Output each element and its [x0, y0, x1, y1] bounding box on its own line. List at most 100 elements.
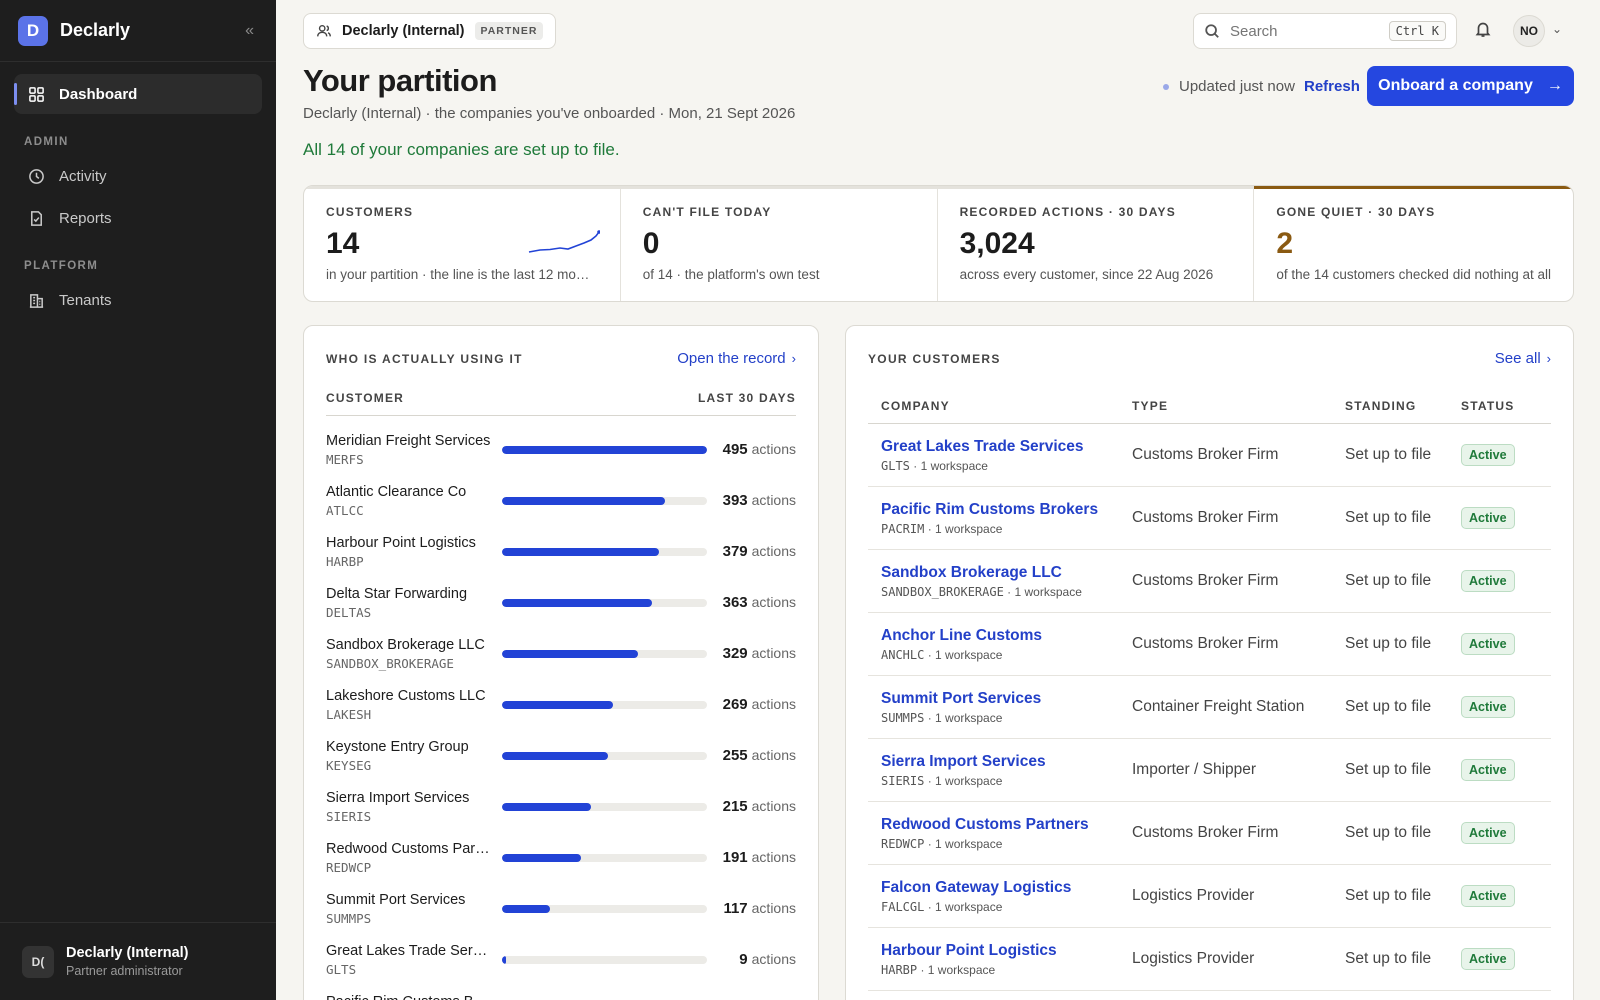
status-cell: Active — [1448, 486, 1551, 550]
usage-row[interactable]: Keystone Entry Group KEYSEG 255 actions — [326, 730, 796, 781]
usage-count-value: 495 — [722, 441, 748, 458]
sidebar-item-activity[interactable]: Activity — [14, 156, 262, 196]
company-link[interactable]: Sandbox Brokerage LLC — [881, 564, 1106, 582]
brand-name[interactable]: Declarly — [60, 20, 130, 41]
company-meta: REDWCP · 1 workspace — [881, 836, 1003, 851]
usage-row[interactable]: Redwood Customs Partners REDWCP 191 actions — [326, 832, 796, 883]
usage-customer-name: Keystone Entry Group — [326, 738, 469, 755]
table-row[interactable]: Sierra Import Services SIERIS · 1 workspa… — [868, 738, 1551, 802]
bell-icon — [1475, 22, 1491, 37]
refresh-button[interactable]: Refresh — [1304, 78, 1360, 95]
usage-count: 191 actions — [723, 849, 796, 866]
usage-row[interactable]: Great Lakes Trade Services GLTS 9 actions — [326, 934, 796, 985]
stat-customers: CUSTOMERS 14 in your partition · the lin… — [304, 186, 621, 301]
table-row[interactable]: Pacific Rim Customs Brokers PACRIM · 1 wo… — [868, 486, 1551, 550]
usage-count-value: 9 — [739, 951, 748, 968]
company-code: REDWCP — [881, 836, 925, 851]
search-shortcut: Ctrl K — [1388, 21, 1446, 41]
user-avatar[interactable]: NO — [1513, 15, 1545, 47]
company-standing: Set up to file — [1332, 738, 1448, 802]
notifications-button[interactable] — [1474, 20, 1496, 42]
open-record-link[interactable]: Open the record › — [677, 350, 796, 367]
usage-row[interactable]: Summit Port Services SUMMPS 117 actions — [326, 883, 796, 934]
usage-count-unit: actions — [751, 951, 796, 967]
chevron-down-icon[interactable]: ⌄ — [1552, 22, 1562, 36]
table-row[interactable]: Anchor Line Customs ANCHLC · 1 workspace C… — [868, 612, 1551, 676]
partner-switcher[interactable]: Declarly (Internal) PARTNER — [303, 13, 557, 49]
account-switcher[interactable]: D( Declarly (Internal) Partner administr… — [0, 922, 276, 1000]
company-link[interactable]: Anchor Line Customs — [881, 627, 1106, 645]
building-icon — [29, 293, 44, 308]
stat-label: RECORDED ACTIONS · 30 DAYS — [959, 205, 1176, 219]
usage-count: 9 actions — [739, 951, 796, 968]
usage-customer-name: Redwood Customs Partners — [326, 840, 492, 857]
table-row[interactable]: Redwood Customs Partners REDWCP · 1 works… — [868, 801, 1551, 865]
status-cell: Active — [1448, 738, 1551, 802]
usage-row[interactable]: Sierra Import Services SIERIS 215 actions — [326, 781, 796, 832]
sidebar-item-tenants[interactable]: Tenants — [14, 280, 262, 320]
usage-customer-code: LAKESH — [326, 706, 372, 722]
table-row[interactable]: Great Lakes Trade Services GLTS · 1 works… — [868, 423, 1551, 487]
company-meta: GLTS · 1 workspace — [881, 458, 988, 473]
company-link[interactable]: Great Lakes Trade Services — [881, 438, 1106, 456]
usage-customer-name: Sierra Import Services — [326, 789, 470, 806]
page-title: Your partition — [303, 63, 497, 98]
company-link[interactable]: Harbour Point Logistics — [881, 942, 1106, 960]
table-row[interactable]: Falcon Gateway Logistics FALCGL · 1 works… — [868, 864, 1551, 928]
table-row[interactable]: Sandbox Brokerage LLC SANDBOX_BROKERAGE ·… — [868, 549, 1551, 613]
company-standing: Set up to file — [1332, 864, 1448, 928]
usage-bar — [502, 955, 707, 964]
search-input[interactable] — [1230, 22, 1380, 40]
see-all-link[interactable]: See all › — [1495, 350, 1551, 367]
sidebar-item-reports[interactable]: Reports — [14, 198, 262, 238]
company-link[interactable]: Pacific Rim Customs Brokers — [881, 501, 1106, 519]
company-workspaces: 1 workspace — [935, 773, 1003, 788]
usage-row[interactable]: Meridian Freight Services MERFS 495 actions — [326, 424, 796, 475]
company-cell: Pacific Rim Customs Brokers PACRIM · 1 wo… — [868, 486, 1119, 550]
usage-row[interactable]: Atlantic Clearance Co ATLCC 393 actions — [326, 475, 796, 526]
usage-customer-code: SANDBOX_BROKERAGE — [326, 655, 454, 671]
column-type: TYPE — [1119, 389, 1332, 424]
usage-row[interactable]: Delta Star Forwarding DELTAS 363 actions — [326, 577, 796, 628]
usage-bar-fill — [502, 598, 653, 607]
usage-bar-fill — [502, 547, 659, 556]
company-workspaces: 1 workspace — [935, 836, 1003, 851]
onboard-company-button[interactable]: Onboard a company → — [1367, 66, 1574, 106]
company-meta: SIERIS · 1 workspace — [881, 773, 1003, 788]
company-standing: Set up to file — [1332, 612, 1448, 676]
status-message: All 14 of your companies are set up to f… — [303, 140, 620, 159]
table-row[interactable]: Summit Port Services SUMMPS · 1 workspace… — [868, 675, 1551, 739]
usage-customer-name: Pacific Rim Customs Brokers — [326, 994, 492, 1000]
usage-row[interactable]: Pacific Rim Customs BrokersPACRIM0action… — [326, 985, 796, 1000]
company-workspaces: 1 workspace — [927, 962, 996, 977]
collapse-sidebar-icon[interactable]: « — [241, 18, 258, 44]
company-type: Customs Broker Firm — [1119, 612, 1332, 676]
company-link[interactable]: Summit Port Services — [881, 690, 1106, 708]
company-meta: ANCHLC · 1 workspace — [881, 647, 1003, 662]
usage-count-value: 269 — [722, 696, 748, 713]
search-box[interactable]: Ctrl K — [1193, 13, 1457, 49]
sidebar-item-label: Activity — [59, 167, 107, 185]
company-link[interactable]: Falcon Gateway Logistics — [881, 879, 1106, 897]
company-meta: PACRIM · 1 workspace — [881, 521, 1003, 536]
usage-customer-name: Sandbox Brokerage LLC — [326, 636, 485, 653]
usage-customer-code: MERFS — [326, 451, 364, 467]
table-row[interactable]: Harbour Point Logistics HARBP · 1 workspa… — [868, 927, 1551, 991]
usage-bar-fill — [502, 955, 506, 964]
usage-row[interactable]: Harbour Point Logistics HARBP 379 actions — [326, 526, 796, 577]
brand-logo[interactable]: D — [18, 15, 48, 46]
usage-count-value: 329 — [722, 645, 748, 662]
usage-customer-name: Delta Star Forwarding — [326, 585, 468, 602]
sidebar-item-dashboard[interactable]: Dashboard — [14, 74, 262, 114]
stat-desc: of the 14 customers checked did nothing … — [1276, 267, 1552, 282]
company-cell: Summit Port Services SUMMPS · 1 workspace — [868, 675, 1119, 739]
company-link[interactable]: Sierra Import Services — [881, 753, 1106, 771]
usage-row[interactable]: Lakeshore Customs LLC LAKESH 269 actions — [326, 679, 796, 730]
stat-desc: in your partition · the line is the last… — [326, 267, 596, 282]
sidebar: D Declarly « Dashboard ADMIN Activity Re… — [0, 0, 276, 1000]
usage-customer-code: DELTAS — [326, 604, 372, 620]
company-link[interactable]: Redwood Customs Partners — [881, 816, 1106, 834]
company-code: FALCGL — [881, 899, 925, 914]
usage-row[interactable]: Sandbox Brokerage LLC SANDBOX_BROKERAGE 32… — [326, 628, 796, 679]
usage-count-unit: actions — [751, 492, 796, 508]
